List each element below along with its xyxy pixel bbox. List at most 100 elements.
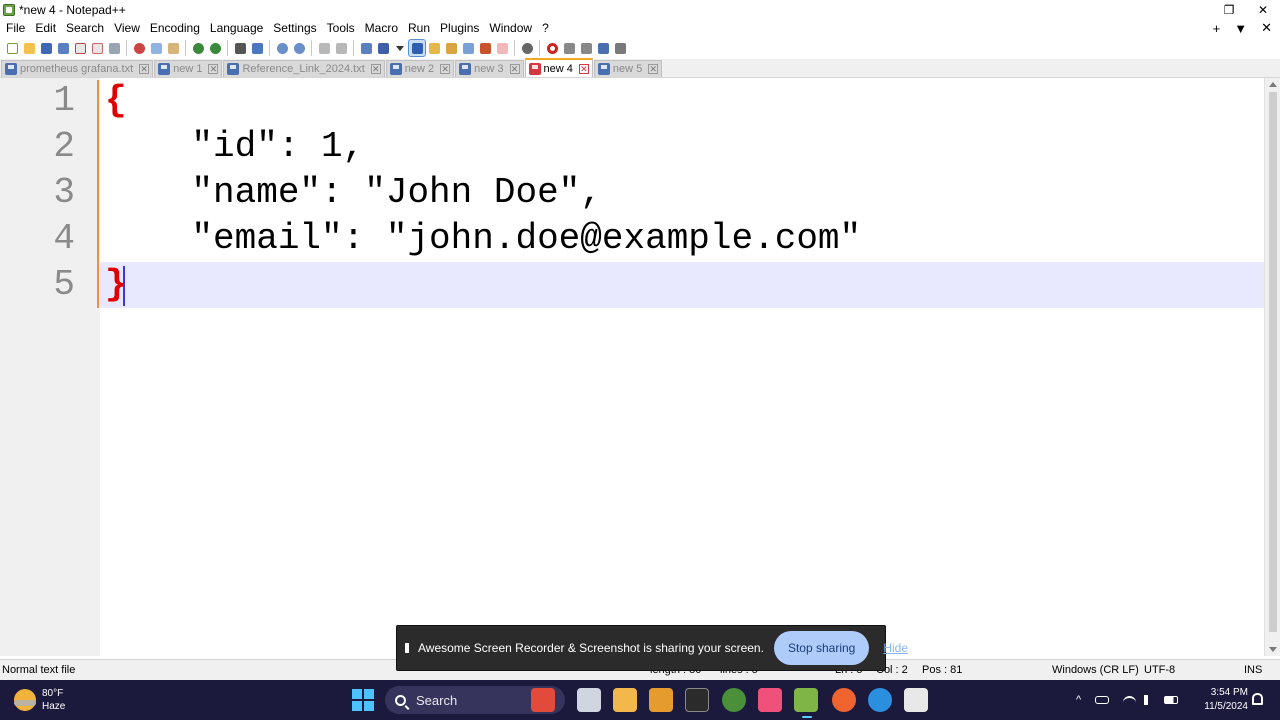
windows-start-icon[interactable]: [352, 689, 374, 711]
jetbrains-ide-icon[interactable]: [758, 688, 782, 712]
desktop-app-icon[interactable]: [577, 688, 601, 712]
folder-as-workspace-icon[interactable]: [494, 40, 510, 56]
close-all-icon[interactable]: [89, 40, 105, 56]
menu-settings[interactable]: Settings: [268, 19, 321, 37]
print-icon[interactable]: [106, 40, 122, 56]
postman-icon[interactable]: [832, 688, 856, 712]
tab-new-3[interactable]: new 3 ✕: [455, 60, 524, 77]
hide-link[interactable]: Hide: [883, 641, 908, 655]
sync-horizontal-icon[interactable]: [333, 40, 349, 56]
word-wrap-icon[interactable]: [358, 40, 374, 56]
menu-encoding[interactable]: Encoding: [145, 19, 205, 37]
vertical-scrollbar[interactable]: [1264, 78, 1280, 656]
menu-view[interactable]: View: [109, 19, 145, 37]
record-macro-icon[interactable]: [544, 40, 560, 56]
paste-icon[interactable]: [165, 40, 181, 56]
tab-close-icon[interactable]: ✕: [648, 64, 659, 74]
doc-map-icon[interactable]: [443, 40, 459, 56]
tab-new-2[interactable]: new 2 ✕: [385, 60, 455, 77]
tab-prometheus-grafana[interactable]: prometheus grafana.txt ✕: [1, 60, 154, 77]
monitoring-icon[interactable]: [519, 40, 535, 56]
battery-icon[interactable]: [1164, 696, 1179, 704]
open-file-icon[interactable]: [21, 40, 37, 56]
status-eol[interactable]: Windows (CR LF): [1052, 660, 1139, 681]
play-multiple-macro-icon[interactable]: [595, 40, 611, 56]
save-macro-icon[interactable]: [612, 40, 628, 56]
dropdown-arrow-icon[interactable]: [392, 40, 408, 56]
show-all-characters-icon[interactable]: [375, 40, 391, 56]
chrome-icon[interactable]: [722, 688, 746, 712]
close-button[interactable]: ✕: [1246, 0, 1280, 20]
restore-button[interactable]: ❐: [1212, 0, 1246, 20]
file-explorer-icon[interactable]: [613, 688, 637, 712]
scroll-up-icon[interactable]: [1269, 82, 1277, 87]
onedrive-icon[interactable]: [1095, 696, 1110, 704]
tab-close-icon[interactable]: ✕: [370, 64, 381, 74]
stop-sharing-button[interactable]: Stop sharing: [773, 631, 870, 665]
red-toolbox-app-icon[interactable]: [531, 688, 555, 712]
tab-list-dropdown-icon[interactable]: ▼: [1234, 21, 1247, 36]
function-list-icon[interactable]: [477, 40, 493, 56]
tab-close-icon[interactable]: ✕: [139, 64, 150, 74]
menu-search[interactable]: Search: [61, 19, 109, 37]
tab-close-icon[interactable]: ✕: [509, 64, 520, 74]
zoom-in-icon[interactable]: [274, 40, 290, 56]
menu-edit[interactable]: Edit: [30, 19, 61, 37]
show-hidden-icons-icon[interactable]: ^: [1076, 694, 1081, 706]
new-file-icon[interactable]: [4, 40, 20, 56]
new-tab-plus-icon[interactable]: +: [1213, 21, 1221, 36]
save-icon[interactable]: [38, 40, 54, 56]
tab-close-icon[interactable]: ✕: [208, 64, 219, 74]
redo-icon[interactable]: [207, 40, 223, 56]
doc-list-icon[interactable]: [460, 40, 476, 56]
menu-file[interactable]: File: [1, 19, 30, 37]
sublime-text-icon[interactable]: [649, 688, 673, 712]
zoom-out-icon[interactable]: [291, 40, 307, 56]
replace-icon[interactable]: [249, 40, 265, 56]
menu-tools[interactable]: Tools: [322, 19, 360, 37]
copy-icon[interactable]: [148, 40, 164, 56]
notepadpp-taskbar-icon[interactable]: [794, 688, 818, 712]
weather-widget[interactable]: 80°F Haze: [14, 685, 65, 715]
find-icon[interactable]: [232, 40, 248, 56]
menu-language[interactable]: Language: [205, 19, 268, 37]
tab-reference-link[interactable]: Reference_Link_2024.txt ✕: [223, 60, 385, 77]
drag-handle-icon[interactable]: [405, 643, 409, 653]
undo-icon[interactable]: [190, 40, 206, 56]
menu-macro[interactable]: Macro: [360, 19, 403, 37]
tab-new-1[interactable]: new 1 ✕: [154, 60, 223, 77]
snipping-tool-icon[interactable]: [904, 688, 928, 712]
saved-file-icon: [227, 63, 240, 75]
notification-bell-icon[interactable]: [1252, 693, 1263, 705]
editor-area[interactable]: 1 2 3 4 5 { "id": 1, "name": "John Doe",…: [0, 78, 1280, 656]
play-macro-icon[interactable]: [578, 40, 594, 56]
terminal-icon[interactable]: [685, 688, 709, 712]
sync-vertical-icon[interactable]: [316, 40, 332, 56]
language-udl-icon[interactable]: [426, 40, 442, 56]
wifi-icon[interactable]: [1123, 695, 1137, 705]
tab-label: new 3: [474, 63, 504, 75]
scroll-down-icon[interactable]: [1269, 647, 1277, 652]
scrollbar-thumb[interactable]: [1269, 92, 1277, 632]
taskbar-clock[interactable]: 3:54 PM 11/5/2024: [1196, 686, 1248, 714]
menu-window[interactable]: Window: [484, 19, 537, 37]
close-file-icon[interactable]: [72, 40, 88, 56]
tab-new-4[interactable]: new 4 ✕: [524, 58, 593, 77]
tab-new-5[interactable]: new 5 ✕: [593, 60, 663, 77]
status-insert-mode[interactable]: INS: [1244, 660, 1262, 681]
close-document-icon[interactable]: ✕: [1261, 20, 1272, 36]
tab-close-icon[interactable]: ✕: [440, 64, 451, 74]
menu-help[interactable]: ?: [537, 19, 554, 37]
docker-icon[interactable]: [868, 688, 892, 712]
tab-close-icon[interactable]: ✕: [578, 63, 589, 74]
save-all-icon[interactable]: [55, 40, 71, 56]
notepadpp-icon: [3, 4, 15, 16]
indent-guide-icon[interactable]: [408, 39, 426, 57]
status-encoding[interactable]: UTF-8: [1144, 660, 1175, 681]
cut-icon[interactable]: [131, 40, 147, 56]
volume-icon[interactable]: [1144, 695, 1154, 705]
stop-macro-icon[interactable]: [561, 40, 577, 56]
menu-run[interactable]: Run: [403, 19, 435, 37]
code-line: "name": "John Doe",: [105, 172, 602, 213]
menu-plugins[interactable]: Plugins: [435, 19, 484, 37]
